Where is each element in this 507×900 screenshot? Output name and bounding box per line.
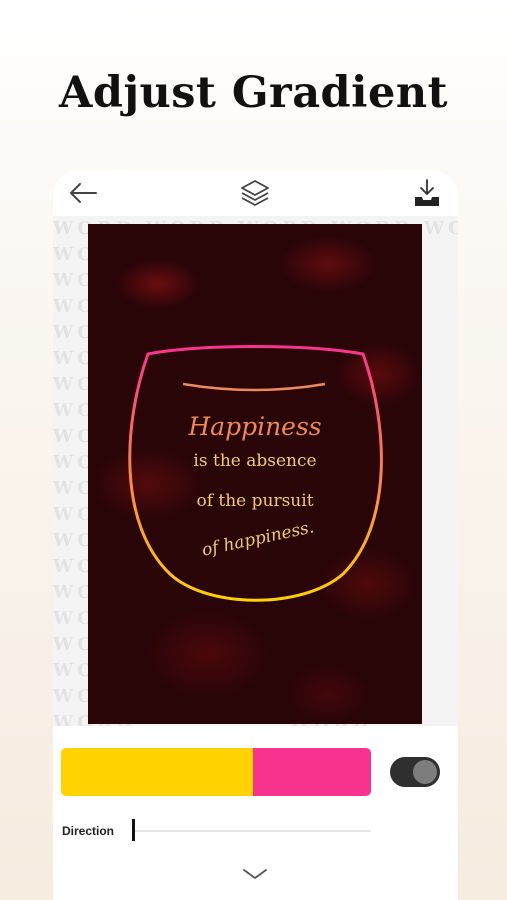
quote-line-3: of the pursuit [196,491,314,511]
gradient-end-swatch[interactable] [253,748,371,796]
design-poster[interactable]: Happiness is the absence of the pursuit … [88,224,422,724]
design-canvas-area: WORD WORD WORD WORD WORD WORD WORD WORD … [53,216,458,726]
promo-title: Adjust Gradient [59,68,448,118]
gradient-start-swatch[interactable] [61,748,254,796]
collapse-panel-button[interactable] [241,866,269,882]
direction-slider-track[interactable] [133,830,371,832]
chevron-down-icon [243,869,267,879]
toggle-knob [413,760,437,784]
layers-icon [241,180,269,206]
direction-label: Direction [62,824,115,838]
quote-line-2: is the absence [193,451,317,471]
download-button[interactable] [409,176,445,210]
phone-frame: WORD WORD WORD WORD WORD WORD WORD WORD … [53,170,458,900]
wine-glass-outline [128,345,383,602]
gradient-toggle[interactable] [390,757,440,787]
quote-line-1: Happiness [188,412,322,441]
direction-slider-thumb[interactable] [132,819,135,841]
download-tray-icon [415,179,439,206]
gradient-color-bar[interactable] [61,748,371,796]
editor-toolbar [53,170,458,216]
layers-button[interactable] [237,176,273,210]
arrow-left-icon [70,183,97,203]
back-button[interactable] [65,176,101,210]
